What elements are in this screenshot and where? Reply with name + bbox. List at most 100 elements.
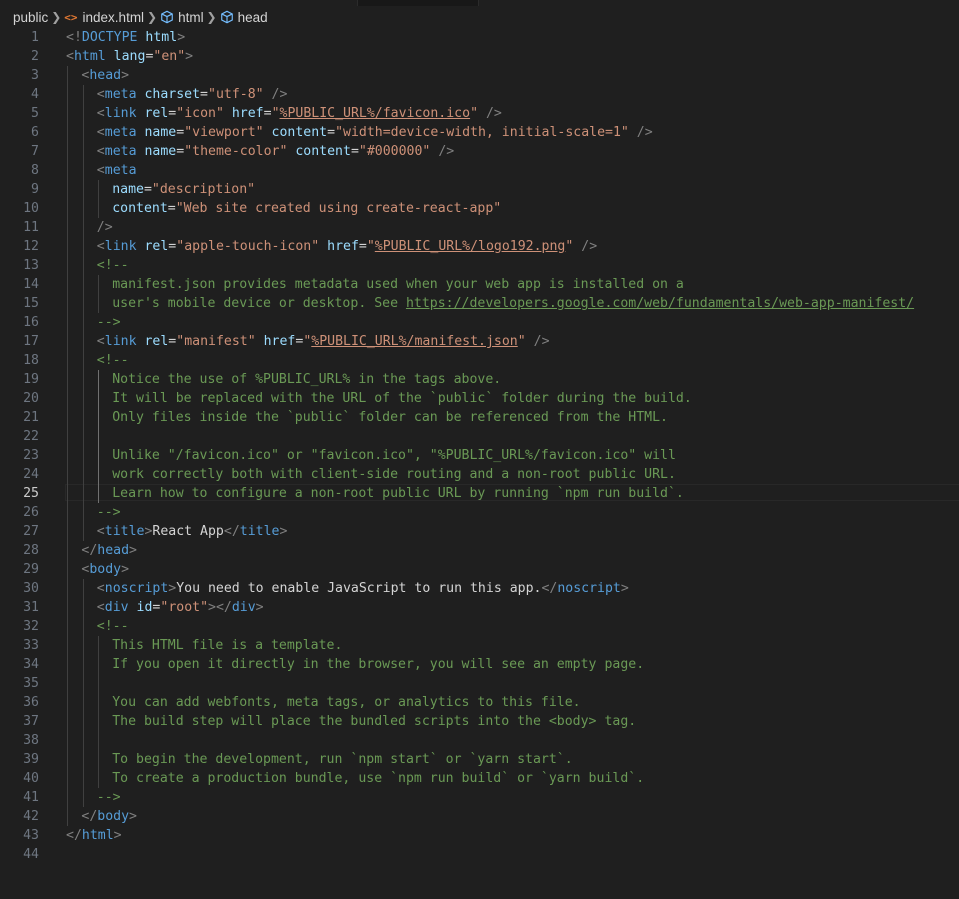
breadcrumb-folder[interactable]: public (13, 10, 48, 25)
line-number[interactable]: 32 (0, 617, 39, 636)
code-line[interactable]: 3 <head> (0, 66, 959, 85)
code-line[interactable]: 11 /> (0, 218, 959, 237)
code-line[interactable]: 20 It will be replaced with the URL of th… (0, 389, 959, 408)
line-number[interactable]: 23 (0, 446, 39, 465)
line-number[interactable]: 17 (0, 332, 39, 351)
line-number[interactable]: 2 (0, 47, 39, 66)
code-line[interactable]: 2 <html lang="en"> (0, 47, 959, 66)
code-line[interactable]: 4 <meta charset="utf-8" /> (0, 85, 959, 104)
code-line[interactable]: 1 <!DOCTYPE html> (0, 28, 959, 47)
code-line[interactable]: 38 (0, 731, 959, 750)
line-number[interactable]: 28 (0, 541, 39, 560)
line-number[interactable]: 20 (0, 389, 39, 408)
code-line[interactable]: 6 <meta name="viewport" content="width=de… (0, 123, 959, 142)
line-number[interactable]: 16 (0, 313, 39, 332)
code-line[interactable]: 15 user's mobile device or desktop. See h… (0, 294, 959, 313)
code-line[interactable]: 12 <link rel="apple-touch-icon" href="%PU… (0, 237, 959, 256)
code-token[interactable]: %PUBLIC_URL%/manifest.json (311, 334, 517, 349)
code-line[interactable]: 40 To create a production bundle, use `np… (0, 769, 959, 788)
code-line[interactable]: 32 <!-- (0, 617, 959, 636)
line-number[interactable]: 4 (0, 85, 39, 104)
line-number[interactable]: 40 (0, 769, 39, 788)
code-line[interactable]: 17 <link rel="manifest" href="%PUBLIC_URL… (0, 332, 959, 351)
code-line[interactable]: 23 Unlike "/favicon.ico" or "favicon.ico"… (0, 446, 959, 465)
line-number[interactable]: 36 (0, 693, 39, 712)
line-number[interactable]: 35 (0, 674, 39, 693)
code-editor[interactable]: 1 <!DOCTYPE html> 2 <html lang="en"> 3 <head>… (0, 28, 959, 899)
code-line[interactable]: 16 --> (0, 313, 959, 332)
line-number[interactable]: 11 (0, 218, 39, 237)
breadcrumb-file[interactable]: <> index.html (64, 10, 144, 25)
line-number[interactable]: 15 (0, 294, 39, 313)
line-number[interactable]: 13 (0, 256, 39, 275)
code-line[interactable]: 29 <body> (0, 560, 959, 579)
code-line[interactable]: 31 <div id="root"></div> (0, 598, 959, 617)
line-number[interactable]: 41 (0, 788, 39, 807)
code-line[interactable]: 35 (0, 674, 959, 693)
line-number[interactable]: 19 (0, 370, 39, 389)
line-number[interactable]: 12 (0, 237, 39, 256)
code-line[interactable]: 33 This HTML file is a template. (0, 636, 959, 655)
code-line[interactable]: 22 (0, 427, 959, 446)
code-line[interactable]: 26 --> (0, 503, 959, 522)
line-number[interactable]: 9 (0, 180, 39, 199)
code-line[interactable]: 19 Notice the use of %PUBLIC_URL% in the … (0, 370, 959, 389)
line-number[interactable]: 8 (0, 161, 39, 180)
code-line[interactable]: 41 --> (0, 788, 959, 807)
code-line[interactable]: 14 manifest.json provides metadata used w… (0, 275, 959, 294)
line-number[interactable]: 3 (0, 66, 39, 85)
line-number[interactable]: 29 (0, 560, 39, 579)
line-number[interactable]: 6 (0, 123, 39, 142)
line-number[interactable]: 38 (0, 731, 39, 750)
line-number[interactable]: 22 (0, 427, 39, 446)
line-number[interactable]: 25 (0, 484, 39, 503)
line-number[interactable]: 7 (0, 142, 39, 161)
line-number[interactable]: 39 (0, 750, 39, 769)
code-line[interactable]: 10 content="Web site created using create… (0, 199, 959, 218)
code-line[interactable]: 43 </html> (0, 826, 959, 845)
code-line[interactable]: 8 <meta (0, 161, 959, 180)
line-number[interactable]: 37 (0, 712, 39, 731)
line-number[interactable]: 42 (0, 807, 39, 826)
code-line[interactable]: 7 <meta name="theme-color" content="#0000… (0, 142, 959, 161)
line-number[interactable]: 18 (0, 351, 39, 370)
code-line[interactable]: 28 </head> (0, 541, 959, 560)
line-number[interactable]: 26 (0, 503, 39, 522)
line-number[interactable]: 43 (0, 826, 39, 845)
line-number[interactable]: 5 (0, 104, 39, 123)
code-line[interactable]: 39 To begin the development, run `npm sta… (0, 750, 959, 769)
line-number[interactable]: 14 (0, 275, 39, 294)
code-line[interactable]: 24 work correctly both with client-side r… (0, 465, 959, 484)
code-line[interactable]: 36 You can add webfonts, meta tags, or an… (0, 693, 959, 712)
line-number[interactable]: 10 (0, 199, 39, 218)
line-number[interactable]: 21 (0, 408, 39, 427)
code-line[interactable]: 25 Learn how to configure a non-root publ… (0, 484, 959, 503)
line-number[interactable]: 33 (0, 636, 39, 655)
code-line[interactable]: 37 The build step will place the bundled … (0, 712, 959, 731)
breadcrumb-symbol-head[interactable]: head (220, 10, 268, 25)
line-number[interactable]: 24 (0, 465, 39, 484)
code-line[interactable]: 42 </body> (0, 807, 959, 826)
line-number[interactable]: 34 (0, 655, 39, 674)
code-line[interactable]: 44 (0, 845, 959, 864)
code-line[interactable]: 13 <!-- (0, 256, 959, 275)
line-number[interactable]: 1 (0, 28, 39, 47)
code-line[interactable]: 27 <title>React App</title> (0, 522, 959, 541)
line-number[interactable]: 31 (0, 598, 39, 617)
code-token[interactable]: %PUBLIC_URL%/logo192.png (375, 239, 566, 254)
code-line[interactable]: 5 <link rel="icon" href="%PUBLIC_URL%/fav… (0, 104, 959, 123)
code-token: Learn how to configure a non-root public… (112, 486, 684, 501)
code-token[interactable]: %PUBLIC_URL%/favicon.ico (280, 106, 471, 121)
line-number[interactable]: 44 (0, 845, 39, 864)
code-line[interactable]: 30 <noscript>You need to enable JavaScrip… (0, 579, 959, 598)
code-line[interactable]: 9 name="description" (0, 180, 959, 199)
code-line[interactable]: 34 If you open it directly in the browser… (0, 655, 959, 674)
code-line[interactable]: 21 Only files inside the `public` folder … (0, 408, 959, 427)
line-number[interactable]: 27 (0, 522, 39, 541)
code-text: <!-- (97, 617, 129, 636)
code-line[interactable]: 18 <!-- (0, 351, 959, 370)
code-token[interactable]: https://developers.google.com/web/fundam… (406, 296, 914, 311)
breadcrumb-symbol-html[interactable]: html (160, 10, 204, 25)
line-number[interactable]: 30 (0, 579, 39, 598)
